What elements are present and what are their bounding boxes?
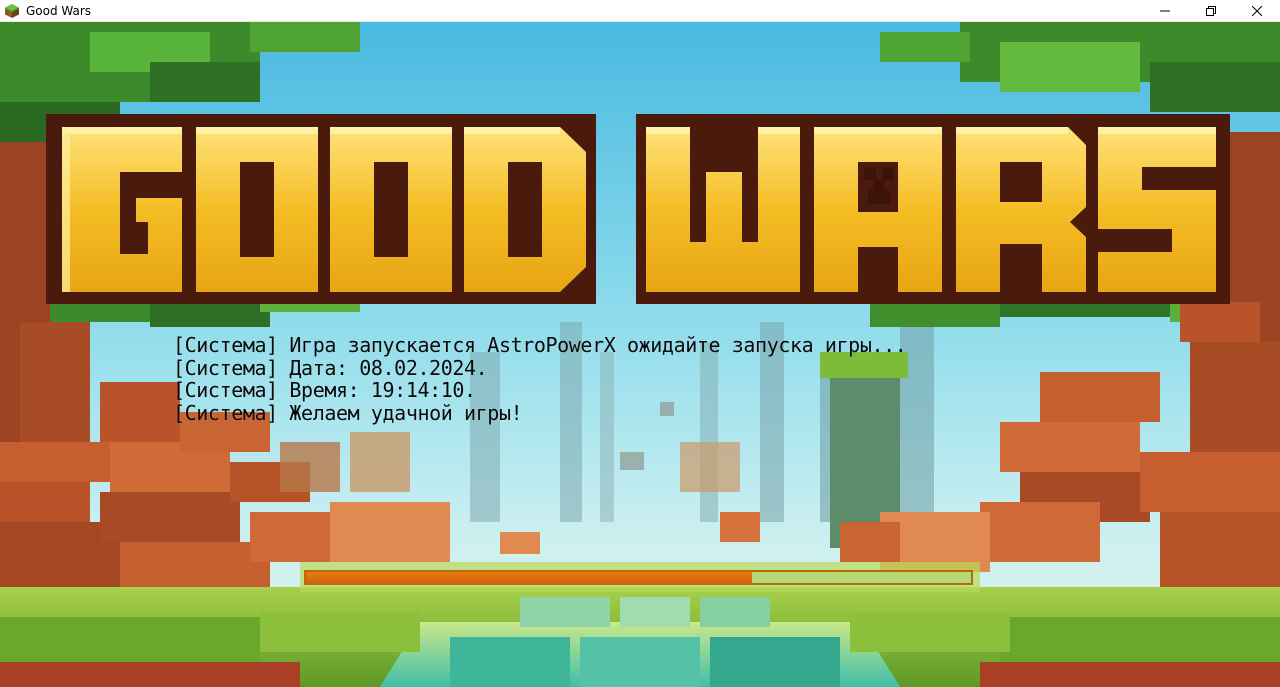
game-viewport[interactable]: [Система] Игра запускается AstroPowerX о…: [0, 22, 1280, 687]
close-icon: [1252, 6, 1262, 16]
restore-icon: [1206, 6, 1216, 16]
game-logo: [46, 114, 1230, 304]
window-title: Good Wars: [26, 3, 92, 18]
console-line-greeting: [Система] Желаем удачной игры!: [173, 400, 523, 425]
restore-button[interactable]: [1188, 0, 1234, 22]
system-console: [Система] Игра запускается AstroPowerX о…: [173, 333, 907, 425]
grass-block-icon: [5, 3, 19, 18]
game-window: Good Wars [Система] Игра запускается Ast…: [0, 0, 1280, 687]
minimize-button[interactable]: [1142, 0, 1188, 22]
window-controls: [1142, 0, 1280, 22]
minimize-icon: [1160, 6, 1170, 16]
console-line-date: [Система] Дата: 08.02.2024.: [173, 355, 488, 380]
close-button[interactable]: [1234, 0, 1280, 22]
loading-progress-fill: [306, 572, 752, 583]
console-line-time: [Система] Время: 19:14:10.: [173, 378, 476, 402]
loading-progress-bar: [304, 570, 973, 585]
title-bar[interactable]: Good Wars: [0, 0, 1280, 22]
console-line-launch: [Система] Игра запускается AstroPowerX о…: [173, 333, 907, 357]
